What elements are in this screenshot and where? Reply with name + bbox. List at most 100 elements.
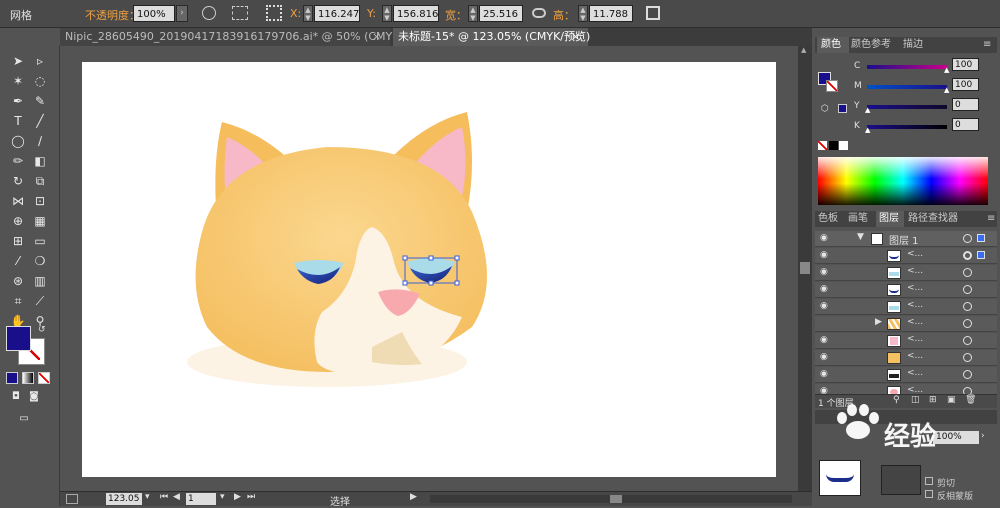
- sublayer-row[interactable]: ◉ <...: [815, 248, 997, 264]
- type-tool-icon[interactable]: T: [8, 112, 28, 130]
- color-stroke-swatch[interactable]: [826, 80, 838, 92]
- pen-tool-icon[interactable]: ✒: [8, 92, 28, 110]
- zoom-dropdown-icon[interactable]: ▾: [145, 492, 150, 502]
- width-tool-icon[interactable]: ⋈: [8, 192, 28, 210]
- eye-icon[interactable]: ◉: [820, 369, 830, 379]
- sublayer-row[interactable]: ◉ <...: [815, 299, 997, 315]
- none-mode-icon[interactable]: [38, 372, 50, 384]
- horizontal-scroll-thumb[interactable]: [610, 495, 622, 503]
- new-sublayer-icon[interactable]: ⊞: [929, 395, 937, 405]
- sublayer-row[interactable]: ◉ <...: [815, 282, 997, 298]
- close-icon[interactable]: ×: [372, 28, 381, 46]
- artboard-input[interactable]: 1: [186, 493, 216, 505]
- width-input[interactable]: 25.516: [479, 5, 523, 22]
- sublayer-name[interactable]: <...: [907, 266, 923, 276]
- opacity-dropdown-icon[interactable]: ›: [981, 431, 985, 441]
- rotate-tool-icon[interactable]: ↻: [8, 172, 28, 190]
- clipping-mask-icon[interactable]: ◫: [911, 395, 920, 405]
- target-icon[interactable]: [963, 268, 972, 277]
- selection-handle[interactable]: [402, 255, 408, 261]
- sublayer-name[interactable]: <...: [907, 334, 923, 344]
- selection-handle[interactable]: [454, 280, 460, 286]
- sublayer-row[interactable]: ◉ <...: [815, 367, 997, 383]
- sublayer-name[interactable]: <...: [907, 300, 923, 310]
- selection-handle[interactable]: [402, 280, 408, 286]
- target-icon[interactable]: [963, 302, 972, 311]
- direct-selection-tool-icon[interactable]: ▹: [30, 52, 50, 70]
- target-icon[interactable]: [963, 251, 972, 260]
- free-transform-icon[interactable]: ⊡: [30, 192, 50, 210]
- color-spectrum[interactable]: [818, 157, 988, 205]
- tab-document-2[interactable]: 未标题-15* @ 123.05% (CMYK/预览) ×: [393, 28, 590, 46]
- last-artboard-icon[interactable]: ⏭: [247, 492, 255, 502]
- artboard-dropdown-icon[interactable]: ▾: [220, 492, 225, 502]
- horizontal-scrollbar[interactable]: [430, 495, 792, 503]
- scroll-up-icon[interactable]: ▲: [801, 46, 809, 56]
- gradient-mode-icon[interactable]: [22, 372, 34, 384]
- selection-indicator[interactable]: [977, 251, 985, 259]
- blend-tool-icon[interactable]: ❍: [30, 252, 50, 270]
- next-artboard-icon[interactable]: ▶: [234, 492, 241, 502]
- artboard-tool-icon[interactable]: ⌗: [8, 292, 28, 310]
- locate-object-icon[interactable]: ⚲: [893, 395, 900, 405]
- c-slider[interactable]: [867, 65, 947, 69]
- tab-color[interactable]: 颜色: [817, 37, 849, 53]
- link-icon[interactable]: [532, 8, 546, 18]
- height-stepper[interactable]: ▲ ▼: [578, 5, 588, 22]
- sublayer-name[interactable]: <...: [907, 351, 923, 361]
- eye-icon[interactable]: ◉: [820, 267, 830, 277]
- paintbrush-icon[interactable]: ∕: [30, 132, 50, 150]
- recolor-icon[interactable]: [202, 6, 216, 20]
- target-icon[interactable]: [963, 234, 972, 243]
- new-layer-icon[interactable]: ▣: [947, 395, 956, 405]
- eye-icon[interactable]: ◉: [820, 335, 830, 345]
- align-icon[interactable]: [232, 6, 248, 20]
- target-icon[interactable]: [963, 319, 972, 328]
- opacity-label[interactable]: 不透明度：: [85, 7, 140, 23]
- perspective-grid-icon[interactable]: ▦: [30, 212, 50, 230]
- height-input[interactable]: 11.788: [589, 5, 633, 22]
- slice-tool-icon[interactable]: ⟋: [30, 292, 50, 310]
- delete-layer-icon[interactable]: 🗑: [965, 395, 976, 405]
- first-artboard-icon[interactable]: ⏮: [160, 492, 168, 502]
- fill-swatch[interactable]: [6, 326, 31, 351]
- k-slider-thumb[interactable]: ▲: [865, 126, 870, 134]
- expand-arrow-icon[interactable]: ▶: [875, 317, 882, 327]
- c-slider-thumb[interactable]: ▲: [944, 66, 949, 74]
- line-tool-icon[interactable]: ╱: [30, 112, 50, 130]
- transform-icon[interactable]: [646, 6, 660, 20]
- eye-icon[interactable]: ◉: [820, 284, 830, 294]
- sublayer-row[interactable]: ▶ <...: [815, 316, 997, 332]
- target-icon[interactable]: [963, 336, 972, 345]
- status-menu-icon[interactable]: ▶: [410, 492, 417, 502]
- sublayer-name[interactable]: <...: [907, 317, 923, 327]
- m-slider-thumb[interactable]: ▲: [944, 86, 949, 94]
- width-stepper[interactable]: ▲ ▼: [468, 5, 478, 22]
- sublayer-row[interactable]: ◉ <...: [815, 265, 997, 281]
- eyedropper-icon[interactable]: ⁄: [8, 252, 28, 270]
- panel-menu-icon[interactable]: ≡: [987, 211, 995, 227]
- screen-mode-icon[interactable]: ▭: [14, 410, 34, 428]
- draw-behind-icon[interactable]: ◙: [24, 388, 44, 406]
- column-graph-icon[interactable]: ▥: [30, 272, 50, 290]
- shape-builder-icon[interactable]: ⊕: [8, 212, 28, 230]
- artboard[interactable]: [82, 62, 776, 477]
- symbol-sprayer-icon[interactable]: ⊛: [8, 272, 28, 290]
- tab-document-1[interactable]: Nipic_28605490_20190417183916179706.ai* …: [60, 28, 429, 46]
- none-color-button[interactable]: [818, 141, 827, 150]
- opacity-input[interactable]: 100%: [133, 5, 175, 22]
- selection-tool-icon[interactable]: ➤: [8, 52, 28, 70]
- selection-handle[interactable]: [454, 255, 460, 261]
- collapse-arrow-icon[interactable]: ▼: [857, 232, 864, 242]
- tab-pathfinder[interactable]: 路径查找器: [908, 211, 958, 227]
- gamut-swatch[interactable]: [838, 104, 847, 113]
- sublayer-name[interactable]: <...: [907, 283, 923, 293]
- tab-brushes[interactable]: 画笔: [848, 211, 868, 227]
- selection-handle[interactable]: [428, 255, 434, 261]
- panel-menu-icon[interactable]: ≡: [983, 37, 991, 53]
- opacity-dropdown-button[interactable]: ›: [176, 5, 188, 22]
- target-icon[interactable]: [963, 353, 972, 362]
- mesh-tool-icon[interactable]: ⊞: [8, 232, 28, 250]
- out-of-gamut-icon[interactable]: ⬡: [821, 104, 829, 114]
- target-icon[interactable]: [963, 370, 972, 379]
